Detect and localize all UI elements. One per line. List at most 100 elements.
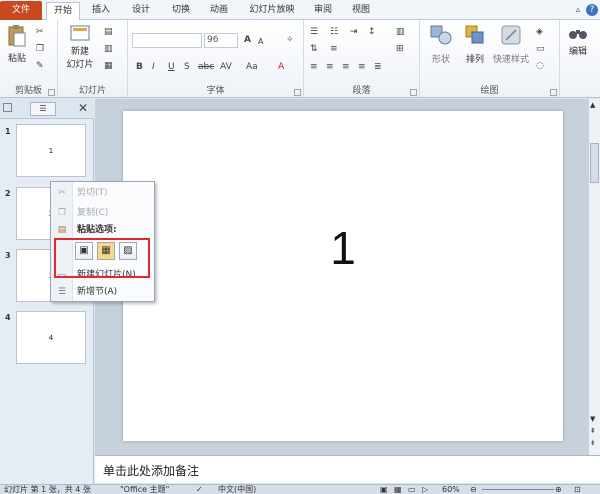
vertical-scrollbar[interactable]: ▲ ▼ ⇞ ⇟ xyxy=(588,99,600,455)
new-slide-label-1: 新建 xyxy=(70,47,89,57)
tab-slideshow[interactable]: 幻灯片放映 xyxy=(246,2,298,20)
shape-outline-icon[interactable]: ▭ xyxy=(536,42,545,56)
scroll-down-icon[interactable]: ▼ xyxy=(590,415,595,423)
menu-item-cut[interactable]: 剪切(T) xyxy=(77,186,108,200)
slides-tab-icon[interactable] xyxy=(3,103,12,112)
shapes-button[interactable]: 形状 xyxy=(424,24,458,65)
numbering-icon[interactable]: ☷ xyxy=(330,25,338,39)
sorter-view-icon[interactable]: ▦ xyxy=(394,485,402,494)
slides-group: 新建 幻灯片 ▤ ▥ ▦ 幻灯片 xyxy=(58,20,128,98)
zoom-level[interactable]: 60% xyxy=(442,485,460,494)
arrange-button[interactable]: 排列 xyxy=(460,24,490,65)
char-spacing-button[interactable]: AV xyxy=(220,60,232,74)
slide-canvas[interactable]: 1 xyxy=(123,111,563,441)
clear-format-icon[interactable]: ✧ xyxy=(286,33,294,47)
menu-item-new-section[interactable]: 新增节(A) xyxy=(77,285,117,299)
reading-view-icon[interactable]: ▭ xyxy=(408,485,416,494)
menu-item-copy[interactable]: 复制(C) xyxy=(77,206,108,220)
zoom-in-icon[interactable]: ⊕ xyxy=(555,485,562,494)
tab-home[interactable]: 开始 xyxy=(46,2,80,21)
italic-button[interactable]: I xyxy=(152,60,155,74)
tab-insert[interactable]: 插入 xyxy=(86,2,116,20)
tab-view[interactable]: 视图 xyxy=(346,2,376,20)
cut-icon[interactable]: ✂ xyxy=(36,25,44,39)
slide-text[interactable]: 1 xyxy=(123,221,563,275)
text-direction-icon[interactable]: ⇅ xyxy=(310,42,318,56)
shape-effects-icon[interactable]: ◌ xyxy=(536,59,544,73)
tab-design[interactable]: 设计 xyxy=(126,2,156,20)
align-center-icon[interactable]: ≡ xyxy=(326,60,334,74)
grow-font-button[interactable]: A xyxy=(244,33,251,47)
strike-abc-button[interactable]: abc xyxy=(198,60,214,74)
font-launcher-icon[interactable] xyxy=(294,89,301,96)
shapes-icon xyxy=(430,25,452,45)
outline-tab-icon[interactable]: ☰ xyxy=(30,102,56,116)
slideshow-view-icon[interactable]: ▷ xyxy=(422,485,428,494)
indent-icon[interactable]: ⇥ xyxy=(350,25,358,39)
new-slide-button[interactable]: 新建 幻灯片 xyxy=(64,24,96,70)
slides-group-label: 幻灯片 xyxy=(78,86,106,96)
copy-icon[interactable]: ❐ xyxy=(36,42,44,56)
strikethrough-button[interactable]: S xyxy=(184,60,190,74)
zoom-out-icon[interactable]: ⊖ xyxy=(470,485,477,494)
scroll-thumb[interactable] xyxy=(590,143,599,183)
paste-label: 粘贴 xyxy=(7,54,26,64)
drawing-group: 形状 排列 快速样式 ◈ ▭ ◌ 绘图 xyxy=(420,20,560,98)
clipboard-launcher-icon[interactable] xyxy=(48,89,55,96)
font-name-combo[interactable] xyxy=(132,33,202,48)
editing-label: 编辑 xyxy=(568,47,587,57)
layout-icon[interactable]: ▤ xyxy=(104,25,113,39)
paste-icon xyxy=(8,25,26,47)
paragraph-launcher-icon[interactable] xyxy=(410,89,417,96)
language: 中文(中国) xyxy=(218,485,257,494)
fit-slide-icon[interactable]: ⊡ xyxy=(574,485,581,494)
quick-styles-label: 快速样式 xyxy=(492,55,529,65)
justify-icon[interactable]: ≡ xyxy=(358,60,366,74)
next-slide-icon[interactable]: ⇟ xyxy=(590,439,596,447)
align-text-icon[interactable]: ≡ xyxy=(330,42,338,56)
shrink-font-button[interactable]: A xyxy=(258,35,263,49)
prev-slide-icon[interactable]: ⇞ xyxy=(590,427,596,435)
help-icon[interactable]: ? xyxy=(586,4,598,16)
collapse-ribbon-icon[interactable]: ▵ xyxy=(572,4,584,16)
align-left-icon[interactable]: ≡ xyxy=(310,60,318,74)
slide-thumbnail-1[interactable]: 1 xyxy=(16,124,86,177)
font-size-combo[interactable]: 96 xyxy=(204,33,238,48)
columns-icon[interactable]: ▥ xyxy=(396,25,405,39)
spellcheck-icon[interactable]: ✓ xyxy=(196,485,203,494)
slide-info: 幻灯片 第 1 张，共 4 张 xyxy=(4,485,91,494)
change-case-button[interactable]: Aa xyxy=(246,60,258,74)
align-right-icon[interactable]: ≡ xyxy=(342,60,350,74)
tab-file[interactable]: 文件 xyxy=(0,1,42,20)
quick-styles-icon xyxy=(501,25,521,45)
notes-pane[interactable]: 单击此处添加备注 xyxy=(95,455,600,483)
shape-fill-icon[interactable]: ◈ xyxy=(536,25,543,39)
scroll-up-icon[interactable]: ▲ xyxy=(590,101,595,109)
drawing-launcher-icon[interactable] xyxy=(550,89,557,96)
editing-button[interactable]: 编辑 xyxy=(562,24,594,57)
shapes-label: 形状 xyxy=(431,55,450,65)
font-color-button[interactable]: A xyxy=(278,60,284,74)
slide-number: 2 xyxy=(5,189,11,198)
tab-review[interactable]: 审阅 xyxy=(308,2,338,20)
underline-button[interactable]: U xyxy=(168,60,175,74)
zoom-slider[interactable] xyxy=(482,489,554,490)
reset-icon[interactable]: ▥ xyxy=(104,42,113,56)
slide-thumbnail-4[interactable]: 4 xyxy=(16,311,86,364)
quick-styles-button[interactable]: 快速样式 xyxy=(490,24,532,65)
tab-animations[interactable]: 动画 xyxy=(204,2,234,20)
bullets-icon[interactable]: ☰ xyxy=(310,25,318,39)
normal-view-icon[interactable]: ▣ xyxy=(380,485,388,494)
smartart-icon[interactable]: ⊞ xyxy=(396,42,404,56)
format-painter-icon[interactable]: ✎ xyxy=(36,59,44,73)
section-icon[interactable]: ▦ xyxy=(104,59,113,73)
paste-button[interactable]: 粘贴 xyxy=(4,24,30,64)
slide-edit-area: 1 xyxy=(95,99,588,455)
tab-transitions[interactable]: 切换 xyxy=(166,2,196,20)
close-panel-icon[interactable]: ✕ xyxy=(78,101,88,115)
line-spacing-icon[interactable]: ↕ xyxy=(368,25,376,39)
bold-button[interactable]: B xyxy=(136,60,143,74)
distribute-icon[interactable]: ≣ xyxy=(374,60,382,74)
paste-icon: ▤ xyxy=(57,225,67,235)
ribbon: 粘贴 ✂ ❐ ✎ 剪贴板 新建 幻灯片 ▤ ▥ ▦ 幻灯片 96 A A ✧ B… xyxy=(0,20,600,98)
